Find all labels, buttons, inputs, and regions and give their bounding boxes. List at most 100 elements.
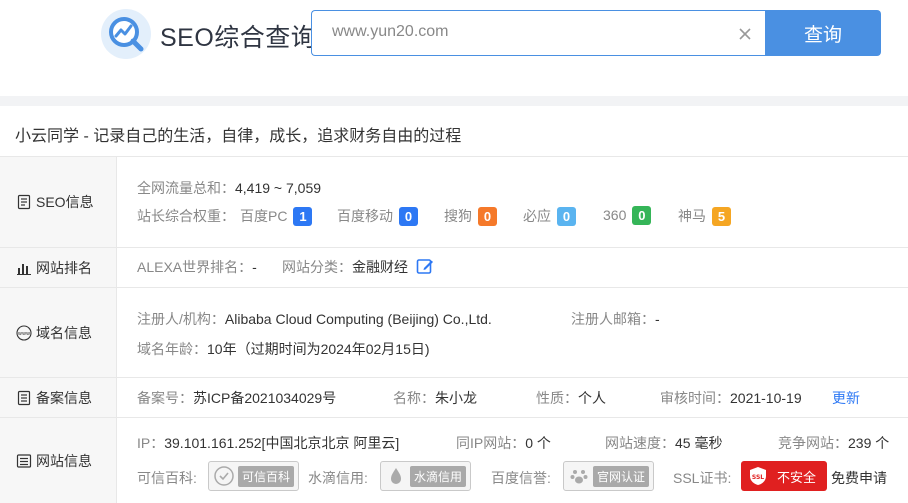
ssl-badge-text: 不安全 [777,469,817,485]
engine-360[interactable]: 360 0 [603,206,652,225]
engine-sogou[interactable]: 搜狗 0 [444,206,497,226]
close-icon[interactable] [736,25,754,43]
www-icon: www [16,324,32,341]
age-value: 10年（过期时间为2024年02月15日) [207,341,430,357]
baidu-credit-badge[interactable]: 官网认证 [563,461,655,491]
document-icon [17,194,31,210]
email-value: - [655,311,660,327]
ip-label: IP： [137,435,165,451]
engine-name: 百度移动 [337,208,393,224]
icp-number: 备案号：苏ICP备2021034029号 [137,388,336,408]
speed-label: 网站速度： [605,435,675,451]
update-link[interactable]: 更新 [832,388,860,408]
icp-name: 名称：朱小龙 [393,388,477,408]
registrant-email: 注册人邮箱：- [571,309,660,329]
engine-name: 360 [603,207,627,223]
compete-sites: 竞争网站：239 个 [778,433,889,453]
same-ip-sites: 同IP网站：0 个 [456,433,551,453]
svg-text:www: www [18,331,30,337]
search-button[interactable]: 查询 [765,10,881,56]
compete-label: 竞争网站： [778,435,848,451]
row-label-text: 域名信息 [36,324,92,341]
compete-value: 239 个 [848,435,890,451]
age-label: 域名年龄： [137,341,207,357]
traffic-label: 全网流量总和： [137,180,235,196]
icp-number-label: 备案号： [137,390,193,406]
weight-badge: 0 [632,206,652,225]
site-title: 小云同学 - 记录自己的生活，自律，成长，追求财务自由的过程 [0,106,908,157]
registrant: 注册人/机构：Alibaba Cloud Computing (Beijing)… [137,309,492,329]
icp-audit-time: 审核时间：2021-10-19 [660,388,802,408]
alexa-label: ALEXA世界排名： [137,259,253,275]
site-category: 网站分类：金融财经 [282,257,434,277]
logo-magnifier-icon [101,9,151,59]
engine-shenma[interactable]: 神马 5 [678,206,731,226]
document-icon [17,390,31,405]
alexa-rank: ALEXA世界排名：- [137,257,257,277]
weight-badge: 0 [478,207,497,226]
icp-type-label: 性质： [536,390,578,406]
shield-icon [214,466,234,486]
kexin-label: 可信百科: [137,470,197,486]
ssl-label: SSL证书: [673,470,732,486]
shuidi-badge-text: 水滴信用 [410,465,467,487]
engine-name: 百度PC [240,208,288,224]
registrant-value: Alibaba Cloud Computing (Beijing) Co.,Lt… [224,311,492,327]
row-label-domain: www 域名信息 [0,288,117,377]
row-label-text: SEO信息 [36,194,94,210]
divider [0,96,908,106]
alexa-value: - [252,259,257,275]
ssl-apply-link[interactable]: 免费申请 [831,468,887,488]
icp-type-value: 个人 [578,390,606,406]
row-label-icp: 备案信息 [0,378,117,417]
search-input[interactable]: www.yun20.com [311,10,766,56]
engine-name: 搜狗 [444,208,472,224]
weight-label: 站长综合权重： [137,208,235,224]
baidu-credit-label: 百度信誉: [491,470,551,486]
icp-number-value: 苏ICP备2021034029号 [193,390,337,406]
kexin-badge[interactable]: 可信百科 [208,461,300,491]
ssl-shield-icon: SSL [750,467,766,485]
domain-age: 域名年龄：10年（过期时间为2024年02月15日) [137,339,430,359]
engine-name: 神马 [678,208,706,224]
weight-badge: 5 [712,207,731,226]
audit-label: 审核时间： [660,390,730,406]
ssl-status-badge[interactable]: SSL 不安全 [741,461,827,491]
edit-icon[interactable] [416,257,434,275]
site-speed: 网站速度：45 毫秒 [605,433,722,453]
ip-value: 39.101.161.252[中国北京北京 阿里云] [164,435,400,451]
category-value: 金融财经 [352,259,408,275]
water-drop-icon [391,468,401,484]
weight-badge: 1 [293,207,313,226]
shuidi-badge[interactable]: 水滴信用 [380,461,472,491]
email-label: 注册人邮箱： [571,311,655,327]
row-label-text: 网站排名 [36,259,92,276]
engine-baidu-pc[interactable]: 百度PC 1 [240,206,313,226]
sameip-label: 同IP网站： [456,435,526,451]
weight-badge: 0 [557,207,576,226]
bar-chart-icon [17,263,31,275]
header: SEO综合查询 www.yun20.com 查询 [0,0,908,96]
baidu-badge-text: 官网认证 [593,465,650,487]
audit-value: 2021-10-19 [730,390,802,406]
search-input-value[interactable]: www.yun20.com [332,23,449,41]
engine-bing[interactable]: 必应 0 [523,206,576,226]
icp-name-label: 名称： [393,390,435,406]
speed-value: 45 毫秒 [675,435,723,451]
icp-name-value: 朱小龙 [435,390,477,406]
rank-row: 网站排名 ALEXA世界排名：- 网站分类：金融财经 [0,248,908,288]
ssl-icon-text: SSL [752,474,764,481]
weight-badge: 0 [399,207,418,226]
sameip-value: 0 个 [525,435,551,451]
engine-baidu-mobile[interactable]: 百度移动 0 [337,206,418,226]
kexin-badge-text: 可信百科 [238,465,295,487]
row-label-text: 备案信息 [36,389,92,406]
registrant-label: 注册人/机构： [137,311,225,327]
icp-row: 备案信息 备案号：苏ICP备2021034029号 名称：朱小龙 性质：个人 审… [0,378,908,418]
seo-info-row: SEO信息 全网流量总和：4,419 ~ 7,059 站长综合权重： 百度PC 1… [0,157,908,248]
shuidi-label: 水滴信用: [308,470,368,486]
engine-name: 必应 [523,208,551,224]
row-label-siteinfo: 网站信息 [0,418,117,503]
logo-text: SEO综合查询 [160,24,317,52]
paw-icon [570,470,588,484]
